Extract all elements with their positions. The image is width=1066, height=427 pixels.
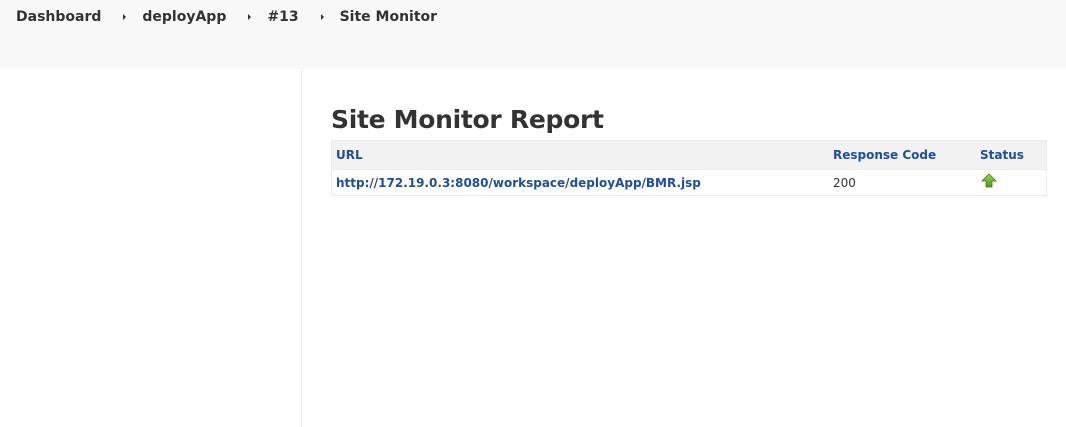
breadcrumb-site-monitor[interactable]: Site Monitor <box>340 9 437 25</box>
url-cell: http://172.19.0.3:8080/workspace/deployA… <box>331 169 829 196</box>
breadcrumb-dashboard[interactable]: Dashboard <box>16 9 101 25</box>
site-monitor-table: URL Response Code Status http://172.19.0… <box>331 140 1047 196</box>
breadcrumb-separator-icon[interactable] <box>123 14 127 20</box>
breadcrumb-separator-icon[interactable] <box>248 14 252 20</box>
breadcrumb-build-13[interactable]: #13 <box>267 9 298 25</box>
table-row: http://172.19.0.3:8080/workspace/deployA… <box>331 169 1047 196</box>
site-url-link[interactable]: http://172.19.0.3:8080/workspace/deployA… <box>336 176 701 190</box>
column-header-status[interactable]: Status <box>976 140 1047 170</box>
status-cell <box>976 169 1047 196</box>
up-arrow-icon <box>981 173 997 192</box>
page-title: Site Monitor Report <box>331 105 604 134</box>
breadcrumb: Dashboard deployApp #13 Site Monitor <box>16 7 437 27</box>
breadcrumb-deployapp[interactable]: deployApp <box>142 9 226 25</box>
side-panel <box>0 69 302 427</box>
column-header-response-code[interactable]: Response Code <box>829 140 976 170</box>
main-panel: Site Monitor Report URL Response Code St… <box>331 100 1047 196</box>
breadcrumb-separator-icon[interactable] <box>320 14 324 20</box>
top-bar: Dashboard deployApp #13 Site Monitor <box>0 0 1066 69</box>
column-header-url[interactable]: URL <box>331 140 829 170</box>
response-code-cell: 200 <box>829 169 976 196</box>
table-header-row: URL Response Code Status <box>331 140 1047 170</box>
